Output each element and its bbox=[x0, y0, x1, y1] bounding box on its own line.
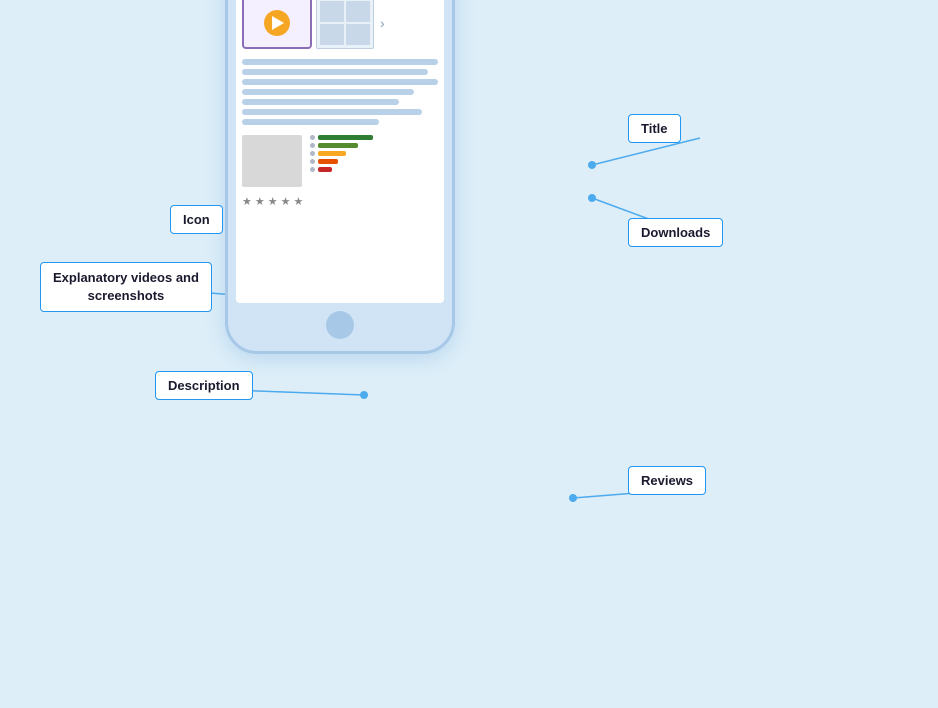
title-callout: Title bbox=[628, 114, 681, 143]
rating-row-3 bbox=[310, 151, 438, 156]
thumb-cell-4 bbox=[346, 24, 370, 45]
icon-callout: Icon bbox=[170, 205, 223, 234]
ratings-section bbox=[236, 129, 444, 193]
desc-bar-3 bbox=[242, 79, 438, 85]
review-thumbnail bbox=[242, 135, 302, 187]
title-callout-text: Title bbox=[641, 121, 668, 136]
star-3: ★ bbox=[268, 195, 278, 208]
rating-dot-3 bbox=[310, 151, 315, 156]
downloads-callout: Downloads bbox=[628, 218, 723, 247]
rating-bar-3star bbox=[318, 151, 346, 156]
screenshot-thumbnail bbox=[316, 0, 374, 49]
star-1: ★ bbox=[242, 195, 252, 208]
phone-screen: M › bbox=[236, 0, 444, 303]
desc-bar-6 bbox=[242, 109, 422, 115]
rating-row-1 bbox=[310, 167, 438, 172]
stars-row: ★ ★ ★ ★ ★ bbox=[236, 193, 444, 210]
desc-bar-4 bbox=[242, 89, 414, 95]
star-2: ★ bbox=[255, 195, 265, 208]
rating-bar-5star bbox=[318, 135, 373, 140]
icon-callout-text: Icon bbox=[183, 212, 210, 227]
description-callout: Description bbox=[155, 371, 253, 400]
video-thumbnail bbox=[242, 0, 312, 49]
phone-home-button bbox=[326, 311, 354, 339]
thumb-cell-2 bbox=[346, 1, 370, 22]
explanatory-callout: Explanatory videos andscreenshots bbox=[40, 262, 212, 312]
reviews-callout: Reviews bbox=[628, 466, 706, 495]
rating-dot-2 bbox=[310, 159, 315, 164]
star-rating-bars bbox=[310, 135, 438, 187]
desc-bar-7 bbox=[242, 119, 379, 125]
rating-row-2 bbox=[310, 159, 438, 164]
rating-row-5 bbox=[310, 135, 438, 140]
thumb-cell-3 bbox=[320, 24, 344, 45]
rating-dot-5 bbox=[310, 135, 315, 140]
thumb-cell-1 bbox=[320, 1, 344, 22]
desc-bar-1 bbox=[242, 59, 438, 65]
play-button bbox=[264, 10, 290, 36]
rating-dot-4 bbox=[310, 143, 315, 148]
star-4: ★ bbox=[281, 195, 291, 208]
play-icon bbox=[272, 16, 284, 30]
description-section bbox=[236, 53, 444, 129]
reviews-callout-text: Reviews bbox=[641, 473, 693, 488]
downloads-callout-text: Downloads bbox=[641, 225, 710, 240]
desc-bar-5 bbox=[242, 99, 399, 105]
explanatory-callout-text: Explanatory videos andscreenshots bbox=[53, 270, 199, 303]
connector-lines bbox=[0, 0, 938, 708]
rating-dot-1 bbox=[310, 167, 315, 172]
rating-bar-4star bbox=[318, 143, 358, 148]
desc-bar-2 bbox=[242, 69, 428, 75]
rating-bar-2star bbox=[318, 159, 338, 164]
star-5: ★ bbox=[294, 195, 304, 208]
phone-mockup: M › bbox=[225, 0, 455, 354]
screenshots-section: › bbox=[236, 0, 444, 53]
rating-bar-1star bbox=[318, 167, 332, 172]
chevron-right-icon: › bbox=[380, 15, 385, 31]
description-callout-text: Description bbox=[168, 378, 240, 393]
rating-row-4 bbox=[310, 143, 438, 148]
